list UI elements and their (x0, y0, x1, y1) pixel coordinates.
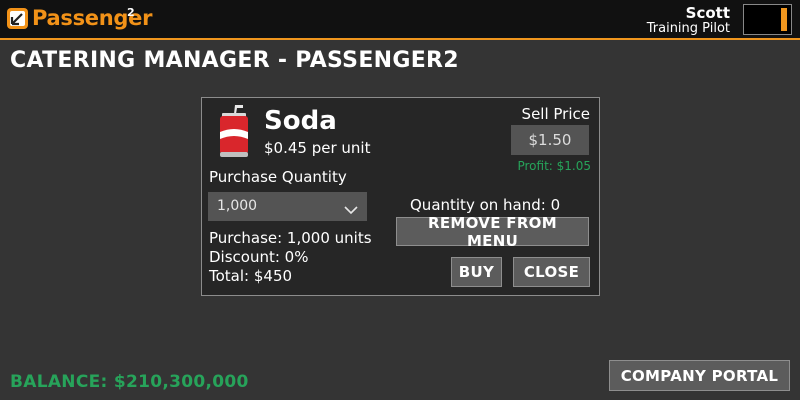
item-name: Soda (264, 106, 337, 136)
profit-text: Profit: $1.05 (517, 159, 591, 173)
soda-can-icon (217, 105, 251, 163)
remove-from-menu-button[interactable]: REMOVE FROM MENU (396, 214, 589, 250)
page-title: CATERING MANAGER - PASSENGER2 (10, 48, 459, 73)
discount-text: Discount: 0% (209, 248, 309, 266)
top-bar: Passenger 2 Scott Training Pilot (0, 0, 800, 40)
sell-price-input[interactable] (511, 125, 589, 155)
catering-item-panel: Soda $0.45 per unit Sell Price Profit: $… (201, 97, 600, 296)
purchase-units-text: Purchase: 1,000 units (209, 229, 372, 247)
purchase-quantity-label: Purchase Quantity (209, 168, 347, 186)
company-portal-button[interactable]: COMPANY PORTAL (609, 360, 790, 391)
total-text: Total: $450 (209, 267, 293, 285)
balance-text: BALANCE: $210,300,000 (10, 372, 249, 392)
purchase-quantity-value: 1,000 (217, 198, 258, 214)
quantity-on-hand-text: Quantity on hand: 0 (410, 196, 561, 214)
close-button[interactable]: CLOSE (513, 257, 590, 287)
buy-button[interactable]: BUY (451, 257, 502, 287)
chevron-down-icon (344, 200, 358, 219)
user-avatar[interactable] (743, 4, 792, 35)
sell-price-label: Sell Price (521, 105, 590, 123)
user-rank: Training Pilot (646, 21, 730, 36)
passenger-logo-icon (7, 8, 28, 29)
avatar-accent-bar (781, 8, 787, 31)
app-logo-superscript: 2 (127, 6, 135, 19)
user-name[interactable]: Scott (686, 4, 730, 22)
purchase-quantity-select[interactable]: 1,000 (208, 192, 367, 221)
item-unit-price: $0.45 per unit (264, 139, 371, 157)
